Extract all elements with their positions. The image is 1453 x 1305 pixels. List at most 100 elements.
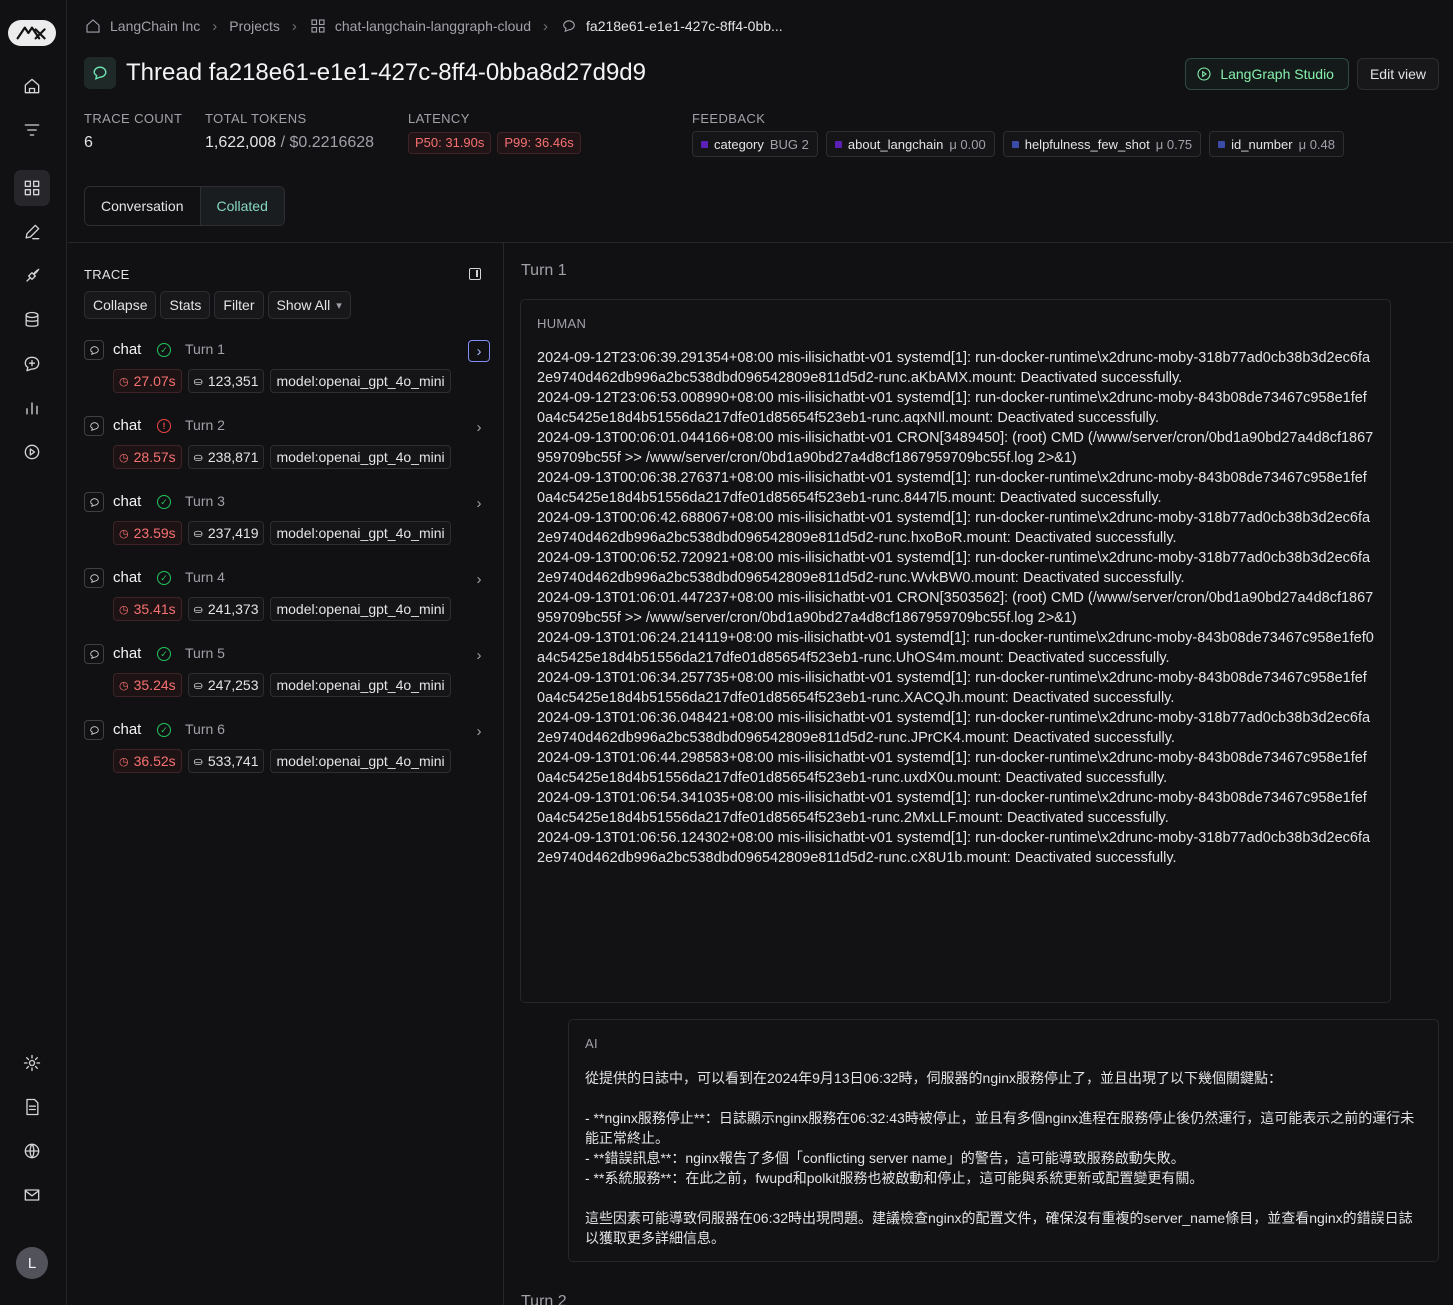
settings-gear-icon[interactable] bbox=[14, 1045, 50, 1081]
tokens-value: 241,373 bbox=[207, 601, 259, 617]
tokens-value: 123,351 bbox=[207, 373, 259, 389]
chat-run-icon bbox=[84, 568, 104, 588]
view-tabs: Conversation Collated bbox=[84, 186, 285, 226]
stats-button[interactable]: Stats bbox=[160, 291, 211, 319]
breadcrumb-project[interactable]: chat-langchain-langgraph-cloud bbox=[335, 18, 531, 34]
breadcrumb: LangChain Inc › Projects › chat-langchai… bbox=[84, 14, 783, 38]
total-tokens-value: 1,622,008 / $0.2216628 bbox=[205, 134, 374, 152]
latency-value: 28.57s bbox=[133, 449, 176, 465]
latency-chip: ◷ 27.07s bbox=[113, 369, 182, 393]
tab-conversation[interactable]: Conversation bbox=[85, 187, 200, 225]
latency-value: 35.41s bbox=[133, 601, 176, 617]
turn-heading: Turn 2 bbox=[521, 1293, 567, 1305]
trace-count-stat: TRACE COUNT 6 bbox=[84, 111, 182, 152]
filter-button[interactable]: Filter bbox=[214, 291, 264, 319]
breadcrumb-org[interactable]: LangChain Inc bbox=[110, 18, 200, 34]
chevron-down-icon: ▾ bbox=[336, 299, 342, 312]
feedback-chip[interactable]: helpfulness_few_shot μ 0.75 bbox=[1002, 131, 1202, 157]
total-tokens-stat: TOTAL TOKENS 1,622,008 / $0.2216628 bbox=[205, 111, 374, 152]
run-name: chat bbox=[113, 645, 142, 662]
human-message: HUMAN 2024-09-12T23:06:39.291354+08:00 m… bbox=[520, 299, 1391, 1003]
page-title-row: Thread fa218e61-e1e1-427c-8ff4-0bba8d27d… bbox=[84, 57, 646, 89]
total-tokens-label: TOTAL TOKENS bbox=[205, 111, 307, 126]
tokens-chip: ⛀ 533,741 bbox=[187, 749, 265, 773]
feedback-key: category bbox=[714, 136, 764, 152]
play-circle-icon bbox=[1197, 67, 1211, 81]
docs-icon[interactable] bbox=[14, 1089, 50, 1125]
p99-badge: P99: 36.46s bbox=[497, 132, 581, 154]
latency-stat: LATENCY P50: 31.90s P99: 36.46s bbox=[408, 111, 587, 154]
edit-view-button[interactable]: Edit view bbox=[1356, 58, 1439, 90]
thread-icon bbox=[563, 20, 575, 33]
latency-label: LATENCY bbox=[408, 111, 470, 126]
tab-collated[interactable]: Collated bbox=[199, 187, 284, 225]
run-turn-label: Turn 5 bbox=[185, 645, 225, 661]
collapse-button[interactable]: Collapse bbox=[84, 291, 157, 319]
chevron-right-icon: › bbox=[543, 17, 549, 35]
filter-lines-icon[interactable] bbox=[14, 112, 50, 148]
run-name: chat bbox=[113, 493, 142, 510]
panel-toggle-icon[interactable] bbox=[469, 268, 481, 280]
trace-run-row[interactable]: chat ✓ Turn 1 › ◷ 27.07s ⛀ 123,351 model:openai_… bbox=[84, 340, 494, 406]
clock-icon: ◷ bbox=[119, 755, 129, 768]
chat-run-icon bbox=[84, 644, 104, 664]
database-icon[interactable] bbox=[14, 302, 50, 338]
clock-icon: ◷ bbox=[119, 679, 129, 692]
chevron-right-icon: › bbox=[291, 17, 297, 35]
langchain-logo[interactable] bbox=[8, 20, 56, 46]
clock-icon: ◷ bbox=[119, 603, 129, 616]
error-status-icon: ! bbox=[157, 419, 171, 433]
header-actions: LangGraph Studio Edit view bbox=[1185, 58, 1439, 90]
feedback-value: BUG 2 bbox=[769, 136, 809, 152]
latency-chip: ◷ 35.41s bbox=[113, 597, 182, 621]
latency-values: P50: 31.90s P99: 36.46s bbox=[408, 132, 587, 154]
mail-icon[interactable] bbox=[14, 1177, 50, 1213]
run-name: chat bbox=[113, 721, 142, 738]
home-icon[interactable] bbox=[14, 68, 50, 104]
feedback-value: μ 0.48 bbox=[1298, 136, 1335, 152]
tokens-chip: ⛀ 247,253 bbox=[187, 673, 265, 697]
bar-chart-icon[interactable] bbox=[14, 390, 50, 426]
tokens-icon: ⛀ bbox=[193, 755, 203, 768]
expand-run-icon[interactable]: › bbox=[468, 644, 490, 666]
tokens-separator: / bbox=[276, 134, 290, 151]
langgraph-studio-button[interactable]: LangGraph Studio bbox=[1185, 58, 1349, 90]
user-avatar[interactable]: L bbox=[16, 1247, 48, 1279]
globe-icon[interactable] bbox=[14, 1133, 50, 1169]
expand-run-icon[interactable]: › bbox=[468, 568, 490, 590]
breadcrumb-projects[interactable]: Projects bbox=[229, 18, 280, 34]
tokens-count: 1,622,008 bbox=[205, 134, 277, 151]
feedback-color-swatch bbox=[834, 140, 842, 148]
pen-icon[interactable] bbox=[14, 214, 50, 250]
trace-run-row[interactable]: chat ✓ Turn 4 › ◷ 35.41s ⛀ 241,373 model:openai_… bbox=[84, 568, 494, 634]
tokens-icon: ⛀ bbox=[193, 451, 203, 464]
run-name: chat bbox=[113, 341, 142, 358]
chat-run-icon bbox=[84, 720, 104, 740]
latency-chip: ◷ 23.59s bbox=[113, 521, 182, 545]
trace-run-row[interactable]: chat! Turn 2 › ◷ 28.57s ⛀ 238,871 model:openai_… bbox=[84, 416, 494, 482]
run-chips: ◷ 28.57s ⛀ 238,871 model:openai_gpt_4o_mini bbox=[113, 445, 451, 469]
show-all-dropdown[interactable]: Show All ▾ bbox=[267, 291, 351, 319]
expand-run-icon[interactable]: › bbox=[468, 720, 490, 742]
projects-grid-icon[interactable] bbox=[14, 170, 50, 206]
feedback-color-swatch bbox=[1218, 140, 1226, 148]
trace-run-row[interactable]: chat ✓ Turn 6 › ◷ 36.52s ⛀ 533,741 model:openai_… bbox=[84, 720, 494, 786]
expand-run-icon[interactable]: › bbox=[468, 340, 490, 362]
feedback-chip[interactable]: id_number μ 0.48 bbox=[1209, 131, 1344, 157]
trace-run-row[interactable]: chat ✓ Turn 3 › ◷ 23.59s ⛀ 237,419 model:openai_… bbox=[84, 492, 494, 558]
feedback-chip[interactable]: category BUG 2 bbox=[692, 131, 818, 157]
feedback-chip[interactable]: about_langchain μ 0.00 bbox=[825, 131, 995, 157]
rocket-icon[interactable] bbox=[14, 258, 50, 294]
latency-chip: ◷ 28.57s bbox=[113, 445, 182, 469]
expand-run-icon[interactable]: › bbox=[468, 492, 490, 514]
run-turn-label: Turn 4 bbox=[185, 569, 225, 585]
expand-run-icon[interactable]: › bbox=[468, 416, 490, 438]
feedback-value: μ 0.00 bbox=[949, 136, 986, 152]
feedback-stat: FEEDBACK category BUG 2 about_langchain μ 0… bbox=[692, 111, 1352, 157]
trace-run-row[interactable]: chat ✓ Turn 5 › ◷ 35.24s ⛀ 247,253 model:openai_… bbox=[84, 644, 494, 710]
success-status-icon: ✓ bbox=[157, 647, 171, 661]
chat-plus-icon[interactable] bbox=[14, 346, 50, 382]
play-circle-icon[interactable] bbox=[14, 434, 50, 470]
success-status-icon: ✓ bbox=[157, 723, 171, 737]
left-rail: L bbox=[0, 0, 67, 1305]
